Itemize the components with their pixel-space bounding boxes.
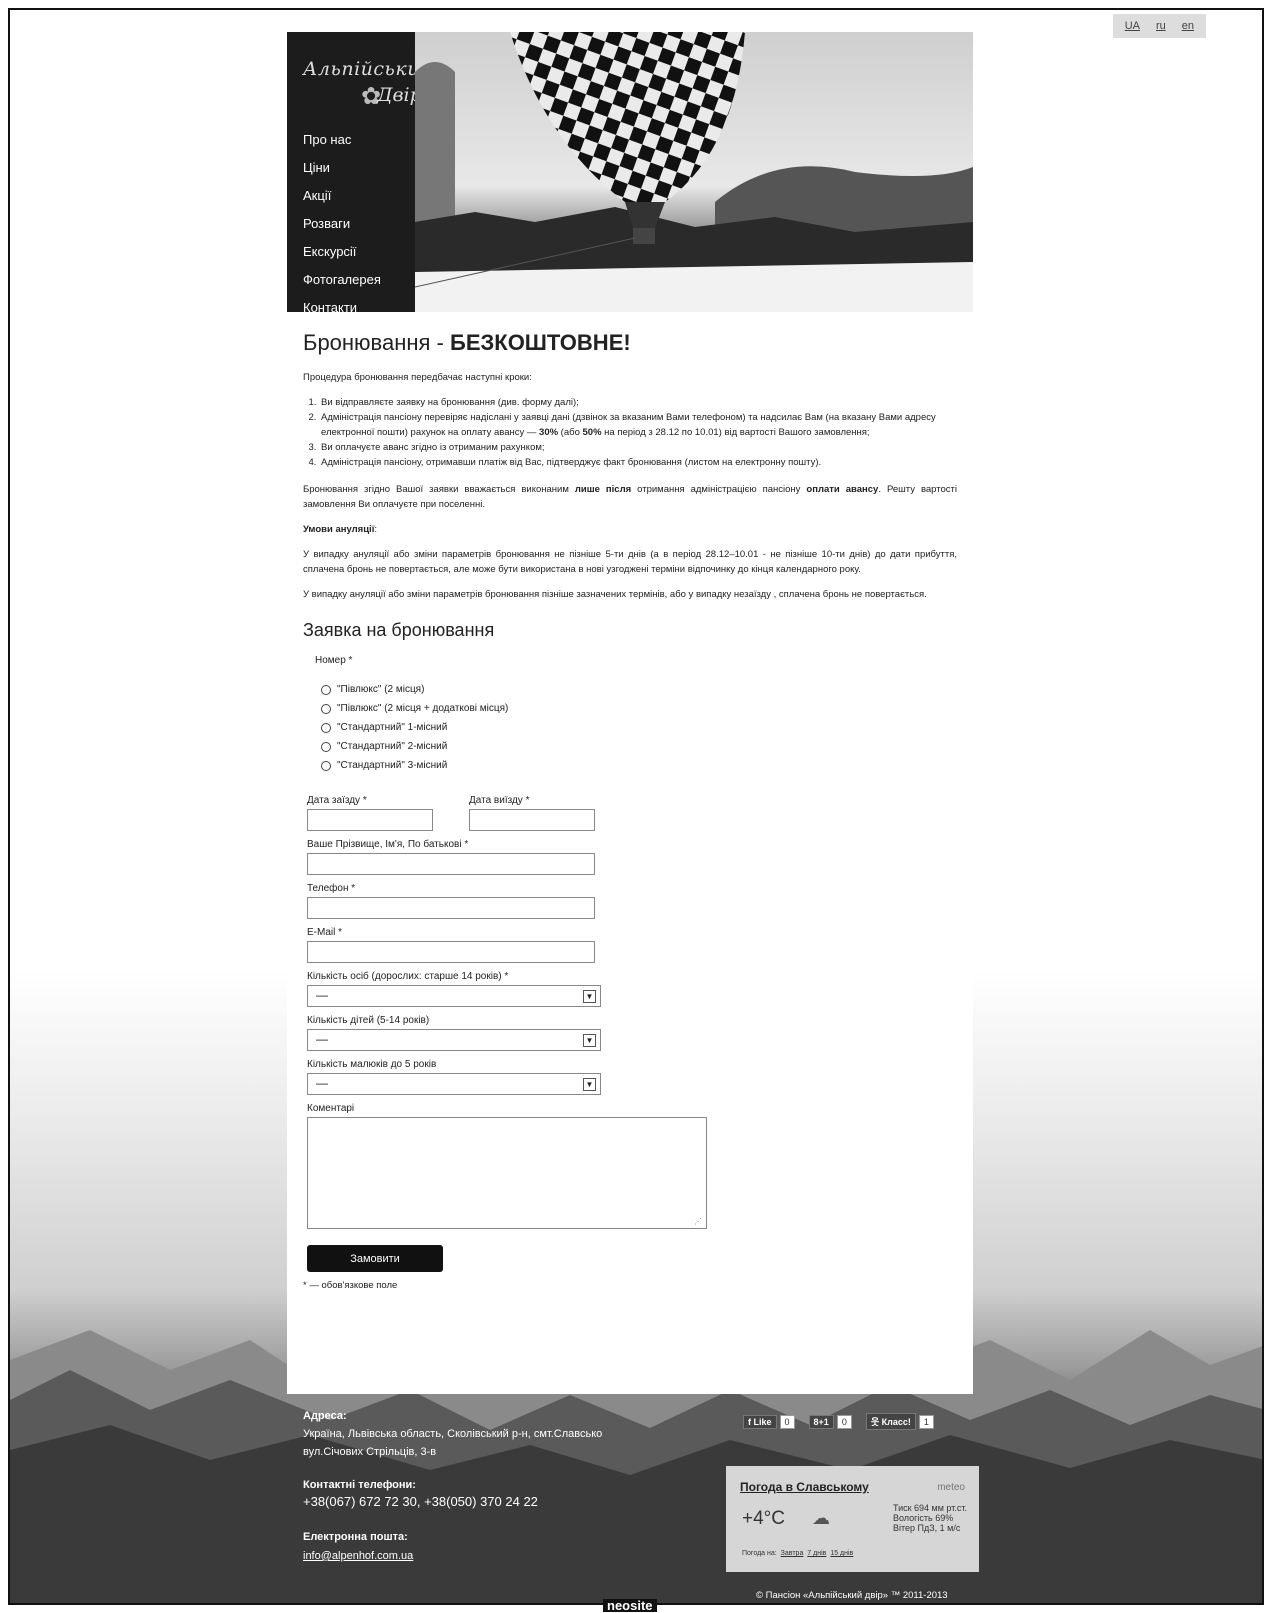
- main-page: Альпійський ✿ Двір ™ Про нас Ціни Акції …: [287, 32, 973, 1394]
- header-balloon-photo: [415, 32, 973, 312]
- address-line2: вул.Січових Стрільців, 3-в: [303, 1446, 437, 1458]
- neosite-logo[interactable]: neosite: [603, 1599, 657, 1612]
- infants-select[interactable]: — ▼: [307, 1073, 601, 1095]
- weather-title-link[interactable]: Погода в Славському: [740, 1480, 965, 1494]
- cloud-rain-icon: ☁: [812, 1508, 830, 1528]
- nav-item-entertainment[interactable]: Розваги: [303, 210, 415, 238]
- room-option[interactable]: "Стандартний" 3-місний: [321, 756, 957, 775]
- gplus-share[interactable]: 8+1 0: [808, 1413, 852, 1430]
- odnoklassniki-share[interactable]: 웃 Класс! 1: [865, 1413, 934, 1430]
- cancellation-text-1: У випадку ануляції або зміни параметрів …: [303, 549, 957, 575]
- radio-button[interactable]: [321, 722, 331, 733]
- radio-button[interactable]: [321, 760, 331, 771]
- email-label: E-Mail *: [307, 927, 343, 938]
- forecast-7days-link[interactable]: 7 днів: [807, 1550, 826, 1557]
- chevron-down-icon: ▼: [583, 1078, 596, 1091]
- forecast-links: Погода на: Завтра 7 днів 15 днів: [742, 1550, 854, 1557]
- lang-en-link[interactable]: en: [1182, 20, 1194, 32]
- facebook-count: 0: [779, 1414, 795, 1429]
- nav-item-prices[interactable]: Ціни: [303, 154, 415, 182]
- lang-ua-link[interactable]: UA: [1125, 20, 1140, 32]
- adults-label: Кількість осіб (дорослих: старше 14 рокі…: [307, 971, 509, 982]
- step-item: Адміністрація пансіону, отримавши платіж…: [319, 455, 957, 470]
- pressure-text: Тиск 694 мм рт.ст.: [892, 1503, 967, 1513]
- temperature: +4°C: [742, 1508, 785, 1529]
- submit-order-button[interactable]: Замовити: [307, 1245, 443, 1272]
- step-item: Адміністрація пансіону перевіряє надісла…: [319, 410, 957, 440]
- comments-textarea[interactable]: ⋰: [307, 1117, 707, 1229]
- infants-label: Кількість малюків до 5 років: [307, 1059, 437, 1070]
- step-item: Ви оплачуєте аванс згідно із отриманим р…: [319, 440, 957, 455]
- chevron-down-icon: ▼: [583, 990, 596, 1003]
- booking-confirmation-text: Бронювання згідно Вашої заявки вважаєтьс…: [303, 484, 958, 510]
- comments-label: Коментарі: [307, 1103, 355, 1114]
- nav-item-promotions[interactable]: Акції: [303, 182, 415, 210]
- children-label: Кількість дітей (5-14 років): [307, 1015, 430, 1026]
- room-label: Номер *: [315, 655, 353, 666]
- social-buttons: f Like 0 8+1 0 웃 Класс! 1: [743, 1413, 934, 1430]
- booking-steps: Ви відправляєте заявку на бронювання (ди…: [303, 395, 957, 470]
- checkin-date-input[interactable]: [307, 809, 433, 831]
- children-select[interactable]: — ▼: [307, 1029, 601, 1051]
- side-navigation: Альпійський ✿ Двір ™ Про нас Ціни Акції …: [287, 32, 447, 315]
- nav-item-contacts[interactable]: Контакти: [303, 294, 415, 322]
- booking-form: Номер * "Півлюкс" (2 місця) "Півлюкс" (2…: [303, 655, 957, 1291]
- cancellation-title: Умови ануляції:: [303, 524, 378, 535]
- language-switcher: UA ru en: [1112, 14, 1206, 38]
- chevron-down-icon: ▼: [583, 1034, 596, 1047]
- checkout-date-input[interactable]: [469, 809, 595, 831]
- lang-ru-link[interactable]: ru: [1156, 20, 1166, 32]
- cancellation-text-2: У випадку ануляції або зміни параметрів …: [303, 589, 927, 600]
- page-title: Бронювання - БЕЗКОШТОВНЕ!: [303, 330, 631, 355]
- gplus-button[interactable]: 8+1: [808, 1414, 834, 1429]
- nav-item-excursions[interactable]: Екскурсії: [303, 238, 415, 266]
- odnoklassniki-count: 1: [918, 1414, 934, 1429]
- wind-text: Вітер ПдЗ, 1 м/с: [892, 1523, 961, 1533]
- phone-label: Телефон *: [307, 883, 356, 894]
- nav-item-about[interactable]: Про нас: [303, 126, 415, 154]
- weather-widget: Погода в Славському meteo +4°C ☁ Тиск 69…: [726, 1466, 979, 1572]
- forecast-tomorrow-link[interactable]: Завтра: [781, 1550, 804, 1557]
- logo-line1: Альпійський: [303, 58, 433, 80]
- checkout-label: Дата виїзду *: [469, 795, 530, 806]
- fullname-label: Ваше Прізвище, Ім'я, По батькові *: [307, 839, 469, 850]
- phone-input[interactable]: [307, 897, 595, 919]
- checkin-label: Дата заїзду *: [307, 795, 367, 806]
- room-option[interactable]: "Півлюкс" (2 місця): [321, 680, 957, 699]
- form-title: Заявка на бронювання: [303, 620, 495, 640]
- email-link[interactable]: info@alpenhof.com.ua: [303, 1550, 413, 1562]
- nav-menu: Про нас Ціни Акції Розваги Екскурсії Фот…: [303, 126, 415, 322]
- nav-item-gallery[interactable]: Фотогалерея: [303, 266, 415, 294]
- room-option[interactable]: "Стандартний" 1-місний: [321, 718, 957, 737]
- site-logo[interactable]: Альпійський ✿ Двір ™: [303, 54, 447, 118]
- site-header: Альпійський ✿ Двір ™ Про нас Ціни Акції …: [287, 32, 973, 315]
- facebook-like-button[interactable]: f Like: [743, 1414, 777, 1429]
- room-option[interactable]: "Півлюкс" (2 місця + додаткові місця): [321, 699, 957, 718]
- meteo-brand[interactable]: meteo: [937, 1482, 965, 1493]
- step-item: Ви відправляєте заявку на бронювання (ди…: [319, 395, 957, 410]
- email-input[interactable]: [307, 941, 595, 963]
- adults-select[interactable]: — ▼: [307, 985, 601, 1007]
- intro-text: Процедура бронювання передбачає наступні…: [303, 372, 532, 383]
- copyright-text: © Пансіон «Альпійський двір» ™ 2011-2013: [756, 1590, 948, 1601]
- date-fields-row: Дата заїзду * Дата виїзду *: [307, 787, 957, 831]
- odnoklassniki-button[interactable]: 웃 Класс!: [865, 1413, 916, 1430]
- fullname-input[interactable]: [307, 853, 595, 875]
- gplus-count: 0: [836, 1414, 852, 1429]
- radio-button[interactable]: [321, 703, 331, 714]
- weather-stats: Тиск 694 мм рт.ст. Вологість 69% Вітер П…: [893, 1503, 967, 1533]
- radio-button[interactable]: [321, 741, 331, 752]
- forecast-15days-link[interactable]: 15 днів: [830, 1550, 853, 1557]
- radio-button[interactable]: [321, 684, 331, 695]
- humidity-text: Вологість 69%: [892, 1513, 954, 1523]
- odnoklassniki-icon: 웃: [870, 1417, 882, 1427]
- required-field-note: * — обов'язкове поле: [303, 1280, 398, 1291]
- room-option[interactable]: "Стандартний" 2-місний: [321, 737, 957, 756]
- resize-grip-icon[interactable]: ⋰: [694, 1217, 702, 1226]
- booking-content: Бронювання - БЕЗКОШТОВНЕ! Процедура брон…: [287, 312, 973, 1291]
- facebook-like[interactable]: f Like 0: [743, 1413, 795, 1430]
